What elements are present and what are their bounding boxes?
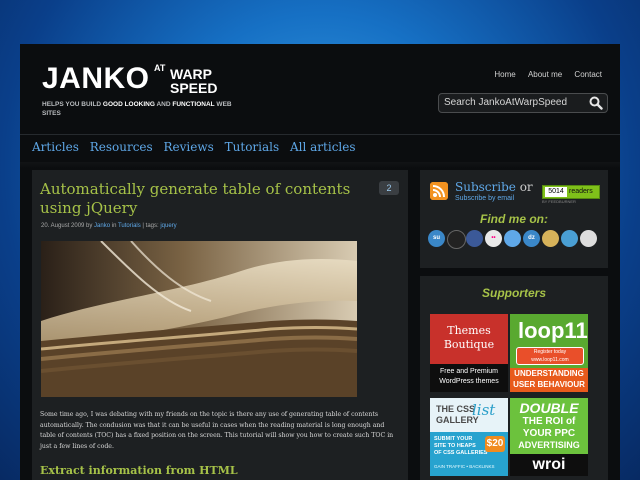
ad4-text: DOUBLE bbox=[519, 400, 579, 416]
logo-at: AT bbox=[154, 63, 166, 73]
ad-loop11[interactable]: loop11 Register today www.loop11.com UND… bbox=[510, 314, 588, 392]
topnav-about-link[interactable]: About me bbox=[528, 70, 562, 79]
topnav-contact-link[interactable]: Contact bbox=[574, 70, 602, 79]
subscribe-heading: Subscribe or bbox=[455, 180, 533, 194]
ad4-text: ADVERTISING bbox=[518, 440, 580, 450]
ad-wroi[interactable]: DOUBLE THE ROI of YOUR PPC ADVERTISING w… bbox=[510, 398, 588, 476]
book-illustration bbox=[41, 241, 357, 397]
feedburner-label: BY FEEDBURNER bbox=[542, 199, 576, 204]
nav-divider bbox=[20, 162, 620, 168]
post-intro: Some time ago, I was debating with my fr… bbox=[40, 411, 394, 450]
ad-css-gallery-list[interactable]: THE CSS GALLERY list SUBMIT YOUR SITE TO… bbox=[430, 398, 508, 476]
ad-themes-boutique[interactable]: Themes Boutique Free and Premium WordPre… bbox=[430, 314, 508, 392]
ad1-title: Boutique bbox=[443, 338, 495, 351]
meta-date: 20. August 2009 by bbox=[41, 223, 95, 229]
ad3-text: SUBMIT YOUR bbox=[434, 436, 473, 442]
feed-readers-badge[interactable]: 5014 readers bbox=[542, 185, 600, 199]
ad4-logo: wroi bbox=[510, 454, 588, 476]
post-panel: Automatically generate table of contents… bbox=[32, 170, 408, 480]
ad4-text: THE ROI of bbox=[522, 416, 576, 427]
ad3-text: GAIN TRAFFIC • BACKLINKS bbox=[434, 464, 495, 469]
tagline-part: GOOD LOOKING bbox=[102, 101, 155, 108]
facebook-icon[interactable] bbox=[466, 230, 483, 247]
ad3-price-badge: $20 bbox=[485, 436, 505, 452]
subscribe-link[interactable]: Subscribe bbox=[455, 180, 516, 194]
tagline-part: HELPS YOU BUILD bbox=[42, 101, 103, 108]
ad3-blue-box: SUBMIT YOUR SITE TO HEAPS OF CSS GALLERI… bbox=[430, 432, 508, 476]
ad1-title: Themes bbox=[447, 324, 491, 337]
ad4-text: YOUR PPC bbox=[522, 428, 576, 439]
ad2-bar: UNDERSTANDING USER BEHAVIOUR bbox=[510, 368, 588, 392]
ad3-title: THE CSS bbox=[436, 404, 476, 414]
ad1-text: Free and Premium bbox=[440, 368, 498, 375]
twitter-icon[interactable] bbox=[504, 230, 521, 247]
nav-reviews[interactable]: Reviews bbox=[164, 140, 214, 154]
ad1-text: WordPress themes bbox=[439, 378, 499, 385]
logo-janko: JANKO bbox=[42, 62, 150, 95]
meta-tag-link[interactable]: jquery bbox=[160, 223, 176, 229]
meta-text: in bbox=[110, 223, 118, 229]
post-title[interactable]: Automatically generate table of contents… bbox=[40, 180, 370, 218]
logo-warp: WARP bbox=[170, 66, 212, 82]
meta-category-link[interactable]: Tutorials bbox=[118, 223, 141, 229]
subscribe-email-link[interactable]: Subscribe by email bbox=[455, 195, 514, 202]
rss-icon[interactable] bbox=[430, 182, 448, 200]
ad2-logo: loop11 bbox=[518, 318, 588, 343]
ad3-list-word: list bbox=[472, 401, 496, 419]
ad3-text: OF CSS GALLERIES bbox=[434, 450, 488, 456]
site-tagline: HELPS YOU BUILD GOOD LOOKING AND FUNCTIO… bbox=[42, 100, 232, 118]
find-me-heading: Find me on: bbox=[480, 212, 548, 226]
nav-all-articles[interactable]: All articles bbox=[290, 140, 356, 154]
search-input[interactable]: Search JankoAtWarpSpeed bbox=[444, 97, 567, 108]
post-image-book bbox=[41, 241, 357, 397]
header-divider bbox=[20, 134, 620, 135]
subscribe-panel: Subscribe or Subscribe by email 5014 rea… bbox=[420, 170, 608, 268]
flickr-icon[interactable]: •• bbox=[485, 230, 502, 247]
ad2-text: UNDERSTANDING bbox=[514, 369, 584, 378]
meta-text: | tags: bbox=[140, 223, 161, 229]
logo-speed: SPEED bbox=[170, 80, 218, 96]
delicious-icon[interactable] bbox=[447, 230, 466, 249]
dzone-icon[interactable]: dz bbox=[523, 230, 540, 247]
nav-tutorials[interactable]: Tutorials bbox=[225, 140, 280, 154]
top-nav: Home About me Contact bbox=[484, 70, 602, 79]
main-nav: Articles Resources Reviews Tutorials All… bbox=[32, 140, 363, 154]
topnav-home-link[interactable]: Home bbox=[494, 70, 515, 79]
ad2-text: USER BEHAVIOUR bbox=[513, 380, 585, 389]
meta-author-link[interactable]: Janko bbox=[94, 223, 110, 229]
ad2-register-button: Register today www.loop11.com bbox=[516, 347, 584, 365]
supporters-heading: Supporters bbox=[481, 286, 546, 300]
bird-icon[interactable] bbox=[561, 230, 578, 247]
tagline-part: AND bbox=[154, 101, 173, 108]
badge-icon[interactable] bbox=[542, 230, 559, 247]
search-box[interactable]: Search JankoAtWarpSpeed bbox=[438, 93, 608, 113]
supporters-panel: Supporters Themes Boutique Free and Prem… bbox=[420, 276, 608, 480]
page: JANKO AT WARP SPEED HELPS YOU BUILD GOOD… bbox=[20, 44, 620, 480]
subscribe-or: or bbox=[515, 180, 533, 194]
comment-count-badge[interactable]: 2 bbox=[379, 181, 399, 195]
friendfeed-icon[interactable] bbox=[580, 230, 597, 247]
nav-articles[interactable]: Articles bbox=[32, 140, 79, 154]
post-subheading: Extract information from HTML bbox=[40, 464, 238, 477]
social-icons: su •• dz bbox=[428, 230, 606, 249]
tagline-part: FUNCTIONAL bbox=[172, 101, 215, 108]
stumbleupon-icon[interactable]: su bbox=[428, 230, 445, 247]
readers-label: readers bbox=[569, 188, 593, 195]
post-meta: 20. August 2009 by Janko in Tutorials | … bbox=[41, 223, 177, 229]
search-icon[interactable] bbox=[589, 96, 603, 110]
nav-resources[interactable]: Resources bbox=[90, 140, 153, 154]
readers-count: 5014 bbox=[545, 187, 567, 197]
ad3-text: SITE TO HEAPS bbox=[434, 443, 476, 449]
